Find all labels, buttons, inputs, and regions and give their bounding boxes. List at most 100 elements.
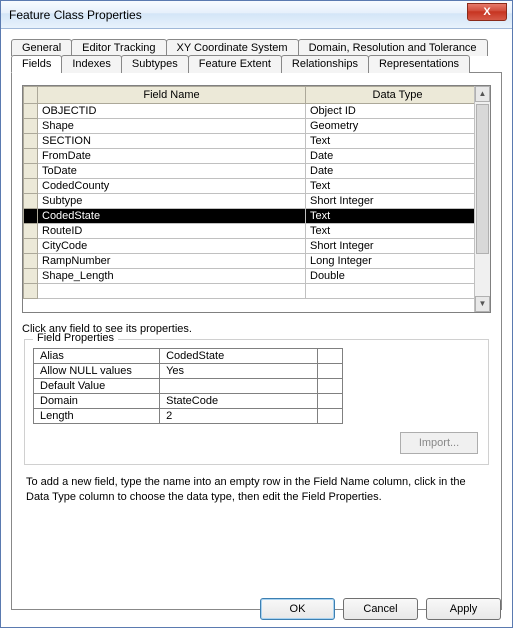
scroll-down-button[interactable]: ▼ [475, 296, 490, 312]
tab-relationships[interactable]: Relationships [281, 55, 369, 73]
field-name-cell[interactable]: Shape [38, 119, 306, 134]
data-type-cell[interactable] [306, 284, 490, 299]
prop-default-btn[interactable] [317, 379, 342, 394]
table-row[interactable]: CityCodeShort Integer [24, 239, 490, 254]
table-row[interactable]: ToDateDate [24, 164, 490, 179]
tab-subtypes[interactable]: Subtypes [121, 55, 189, 73]
field-name-cell[interactable]: ToDate [38, 164, 306, 179]
add-field-hint: To add a new field, type the name into a… [26, 475, 487, 505]
field-name-cell[interactable]: FromDate [38, 149, 306, 164]
field-properties-legend: Field Properties [33, 332, 118, 344]
tab-feature-extent[interactable]: Feature Extent [188, 55, 282, 73]
table-row[interactable]: CodedStateText [24, 209, 490, 224]
dialog-buttons: OK Cancel Apply [260, 598, 501, 620]
field-name-cell[interactable]: RouteID [38, 224, 306, 239]
data-type-cell[interactable]: Short Integer [306, 194, 490, 209]
row-header[interactable] [24, 194, 38, 209]
row-header[interactable] [24, 149, 38, 164]
field-name-cell[interactable]: RampNumber [38, 254, 306, 269]
tab-xy-coordinate-system[interactable]: XY Coordinate System [166, 39, 299, 56]
field-name-cell[interactable]: Subtype [38, 194, 306, 209]
prop-domain-btn[interactable] [317, 394, 342, 409]
field-properties-group: Field Properties Alias CodedState Allow … [24, 339, 489, 465]
ok-button[interactable]: OK [260, 598, 335, 620]
row-header[interactable] [24, 134, 38, 149]
row-header[interactable] [24, 224, 38, 239]
table-row[interactable]: FromDateDate [24, 149, 490, 164]
prop-domain-value[interactable]: StateCode [160, 394, 318, 409]
close-button[interactable]: X [467, 3, 507, 21]
prop-allownull-label: Allow NULL values [34, 364, 160, 379]
tab-editor-tracking[interactable]: Editor Tracking [71, 39, 166, 56]
tabs-row-1: General Editor Tracking XY Coordinate Sy… [11, 39, 502, 56]
tab-domain-resolution-tolerance[interactable]: Domain, Resolution and Tolerance [298, 39, 488, 56]
cancel-button[interactable]: Cancel [343, 598, 418, 620]
field-table[interactable]: Field Name Data Type OBJECTIDObject IDSh… [22, 85, 491, 313]
row-header[interactable] [24, 284, 38, 299]
tab-panel-fields: Field Name Data Type OBJECTIDObject IDSh… [11, 72, 502, 610]
table-row[interactable] [24, 284, 490, 299]
table-row[interactable]: CodedCountyText [24, 179, 490, 194]
prop-alias-value[interactable]: CodedState [160, 349, 318, 364]
scroll-thumb[interactable] [476, 104, 489, 254]
prop-default-value[interactable] [160, 379, 318, 394]
prop-alias-label: Alias [34, 349, 160, 364]
data-type-cell[interactable]: Short Integer [306, 239, 490, 254]
prop-allownull-value[interactable]: Yes [160, 364, 318, 379]
prop-default-label: Default Value [34, 379, 160, 394]
scrollbar[interactable]: ▲ ▼ [474, 86, 490, 312]
tab-representations[interactable]: Representations [368, 55, 470, 73]
prop-length-label: Length [34, 409, 160, 424]
prop-alias-btn[interactable] [317, 349, 342, 364]
apply-button[interactable]: Apply [426, 598, 501, 620]
tab-indexes[interactable]: Indexes [61, 55, 122, 73]
data-type-cell[interactable]: Date [306, 149, 490, 164]
row-header[interactable] [24, 239, 38, 254]
table-row[interactable]: RouteIDText [24, 224, 490, 239]
field-properties-table[interactable]: Alias CodedState Allow NULL values Yes D… [33, 348, 343, 424]
data-type-cell[interactable]: Text [306, 179, 490, 194]
window-title: Feature Class Properties [9, 8, 142, 22]
field-name-cell[interactable]: OBJECTID [38, 104, 306, 119]
table-row[interactable]: RampNumberLong Integer [24, 254, 490, 269]
row-header[interactable] [24, 209, 38, 224]
table-row[interactable]: SECTIONText [24, 134, 490, 149]
col-header-fieldname[interactable]: Field Name [38, 87, 306, 104]
dialog-content: General Editor Tracking XY Coordinate Sy… [1, 29, 512, 618]
import-button[interactable]: Import... [400, 432, 478, 454]
table-row[interactable]: OBJECTIDObject ID [24, 104, 490, 119]
field-name-cell[interactable]: CodedCounty [38, 179, 306, 194]
prop-domain-label: Domain [34, 394, 160, 409]
row-header[interactable] [24, 119, 38, 134]
table-row[interactable]: Shape_LengthDouble [24, 269, 490, 284]
field-name-cell[interactable] [38, 284, 306, 299]
scroll-up-button[interactable]: ▲ [475, 86, 490, 102]
data-type-cell[interactable]: Text [306, 134, 490, 149]
row-header[interactable] [24, 104, 38, 119]
field-name-cell[interactable]: SECTION [38, 134, 306, 149]
data-type-cell[interactable]: Object ID [306, 104, 490, 119]
col-header-datatype[interactable]: Data Type [306, 87, 490, 104]
row-header[interactable] [24, 179, 38, 194]
prop-length-btn[interactable] [317, 409, 342, 424]
titlebar: Feature Class Properties X [1, 1, 512, 29]
table-row[interactable]: ShapeGeometry [24, 119, 490, 134]
field-name-cell[interactable]: Shape_Length [38, 269, 306, 284]
field-name-cell[interactable]: CodedState [38, 209, 306, 224]
tabs-row-2: Fields Indexes Subtypes Feature Extent R… [11, 55, 502, 73]
data-type-cell[interactable]: Long Integer [306, 254, 490, 269]
data-type-cell[interactable]: Text [306, 209, 490, 224]
data-type-cell[interactable]: Date [306, 164, 490, 179]
table-row[interactable]: SubtypeShort Integer [24, 194, 490, 209]
row-header[interactable] [24, 269, 38, 284]
row-header[interactable] [24, 254, 38, 269]
data-type-cell[interactable]: Text [306, 224, 490, 239]
prop-length-value[interactable]: 2 [160, 409, 318, 424]
row-header[interactable] [24, 164, 38, 179]
tab-general[interactable]: General [11, 39, 72, 56]
prop-allownull-btn[interactable] [317, 364, 342, 379]
data-type-cell[interactable]: Double [306, 269, 490, 284]
field-name-cell[interactable]: CityCode [38, 239, 306, 254]
data-type-cell[interactable]: Geometry [306, 119, 490, 134]
tab-fields[interactable]: Fields [11, 55, 62, 73]
